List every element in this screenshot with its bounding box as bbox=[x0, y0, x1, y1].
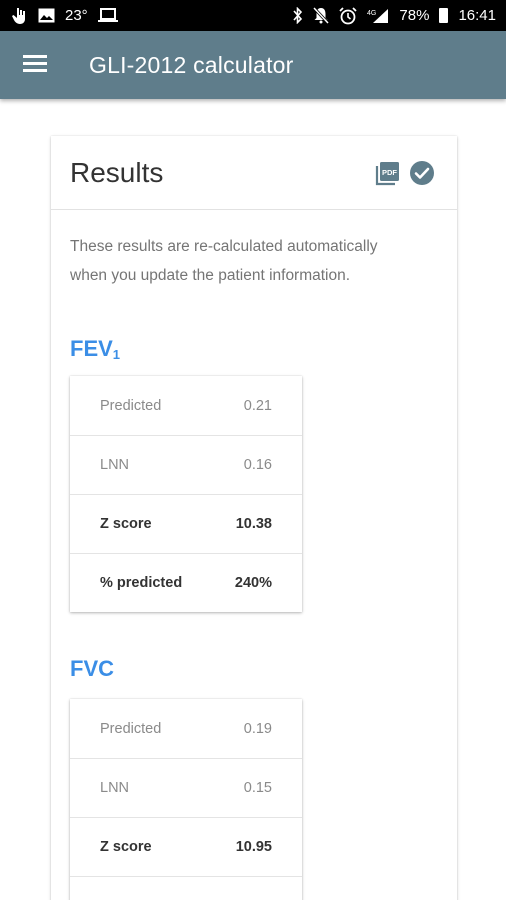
row-value: 0.15 bbox=[243, 780, 272, 796]
row-label: LNN bbox=[100, 780, 130, 796]
row-value: 240% bbox=[234, 575, 272, 591]
row-label: % predicted bbox=[100, 575, 183, 591]
app-bar: GLI-2012 calculator bbox=[0, 31, 506, 99]
fev1-title: FEV1 bbox=[51, 336, 457, 362]
fev1-title-text: FEV bbox=[70, 336, 113, 361]
intro-line-1: These results are re-calculated automati… bbox=[70, 238, 378, 255]
table-row: Predicted 0.21 bbox=[70, 376, 302, 435]
table-row bbox=[70, 876, 302, 900]
laptop-icon bbox=[97, 8, 118, 23]
row-value: 10.38 bbox=[235, 516, 272, 532]
signal-4g-icon: 4G bbox=[367, 8, 389, 24]
hamburger-menu-icon bbox=[23, 54, 47, 77]
image-icon bbox=[38, 8, 55, 23]
row-label: LNN bbox=[100, 457, 130, 473]
results-card: Results PDF These results are re-calcula… bbox=[51, 136, 457, 900]
intro-line-2: when you update the patient information. bbox=[70, 267, 351, 284]
status-bar-left: 23° bbox=[12, 7, 118, 25]
fvc-title: FVC bbox=[70, 656, 114, 681]
results-title: Results bbox=[70, 156, 164, 188]
check-circle-icon[interactable] bbox=[409, 160, 435, 186]
fvc-table: Predicted 0.19 LNN 0.15 Z score 10.95 bbox=[70, 699, 302, 900]
fev1-table: Predicted 0.21 LNN 0.16 Z score 10.38 % … bbox=[70, 376, 302, 612]
row-label: Z score bbox=[100, 839, 152, 855]
table-row: Predicted 0.19 bbox=[70, 699, 302, 758]
table-row: LNN 0.15 bbox=[70, 758, 302, 817]
table-row: Z score 10.38 bbox=[70, 494, 302, 553]
card-header: Results PDF bbox=[51, 136, 457, 210]
intro-text: These results are re-calculated automati… bbox=[51, 210, 457, 290]
pdf-icon[interactable]: PDF bbox=[375, 160, 401, 186]
status-bar: 23° 4G 78% 16:41 bbox=[0, 0, 506, 31]
mute-bell-icon bbox=[313, 7, 330, 24]
row-value: 0.21 bbox=[243, 397, 272, 414]
battery-percent-text: 78% bbox=[399, 7, 430, 24]
battery-icon bbox=[439, 8, 449, 23]
row-label: Predicted bbox=[100, 397, 162, 414]
hand-icon bbox=[12, 7, 28, 25]
row-value: 10.95 bbox=[235, 839, 272, 855]
row-label: Predicted bbox=[100, 720, 162, 737]
menu-button[interactable] bbox=[0, 31, 70, 99]
fev1-title-subscript: 1 bbox=[112, 347, 121, 362]
row-value: 0.16 bbox=[243, 457, 272, 473]
header-actions: PDF bbox=[375, 160, 435, 186]
alarm-icon bbox=[339, 6, 358, 25]
table-row: Z score 10.95 bbox=[70, 817, 302, 876]
table-row: LNN 0.16 bbox=[70, 435, 302, 494]
status-bar-right: 4G 78% 16:41 bbox=[293, 6, 496, 25]
table-row: % predicted 240% bbox=[70, 553, 302, 612]
clock-text: 16:41 bbox=[458, 7, 496, 24]
row-label: Z score bbox=[100, 516, 152, 532]
app-title: GLI-2012 calculator bbox=[89, 51, 294, 78]
row-value: 0.19 bbox=[243, 720, 272, 737]
bluetooth-icon bbox=[293, 7, 303, 24]
temperature-text: 23° bbox=[65, 7, 88, 24]
svg-text:PDF: PDF bbox=[382, 168, 397, 177]
svg-text:4G: 4G bbox=[367, 10, 376, 17]
